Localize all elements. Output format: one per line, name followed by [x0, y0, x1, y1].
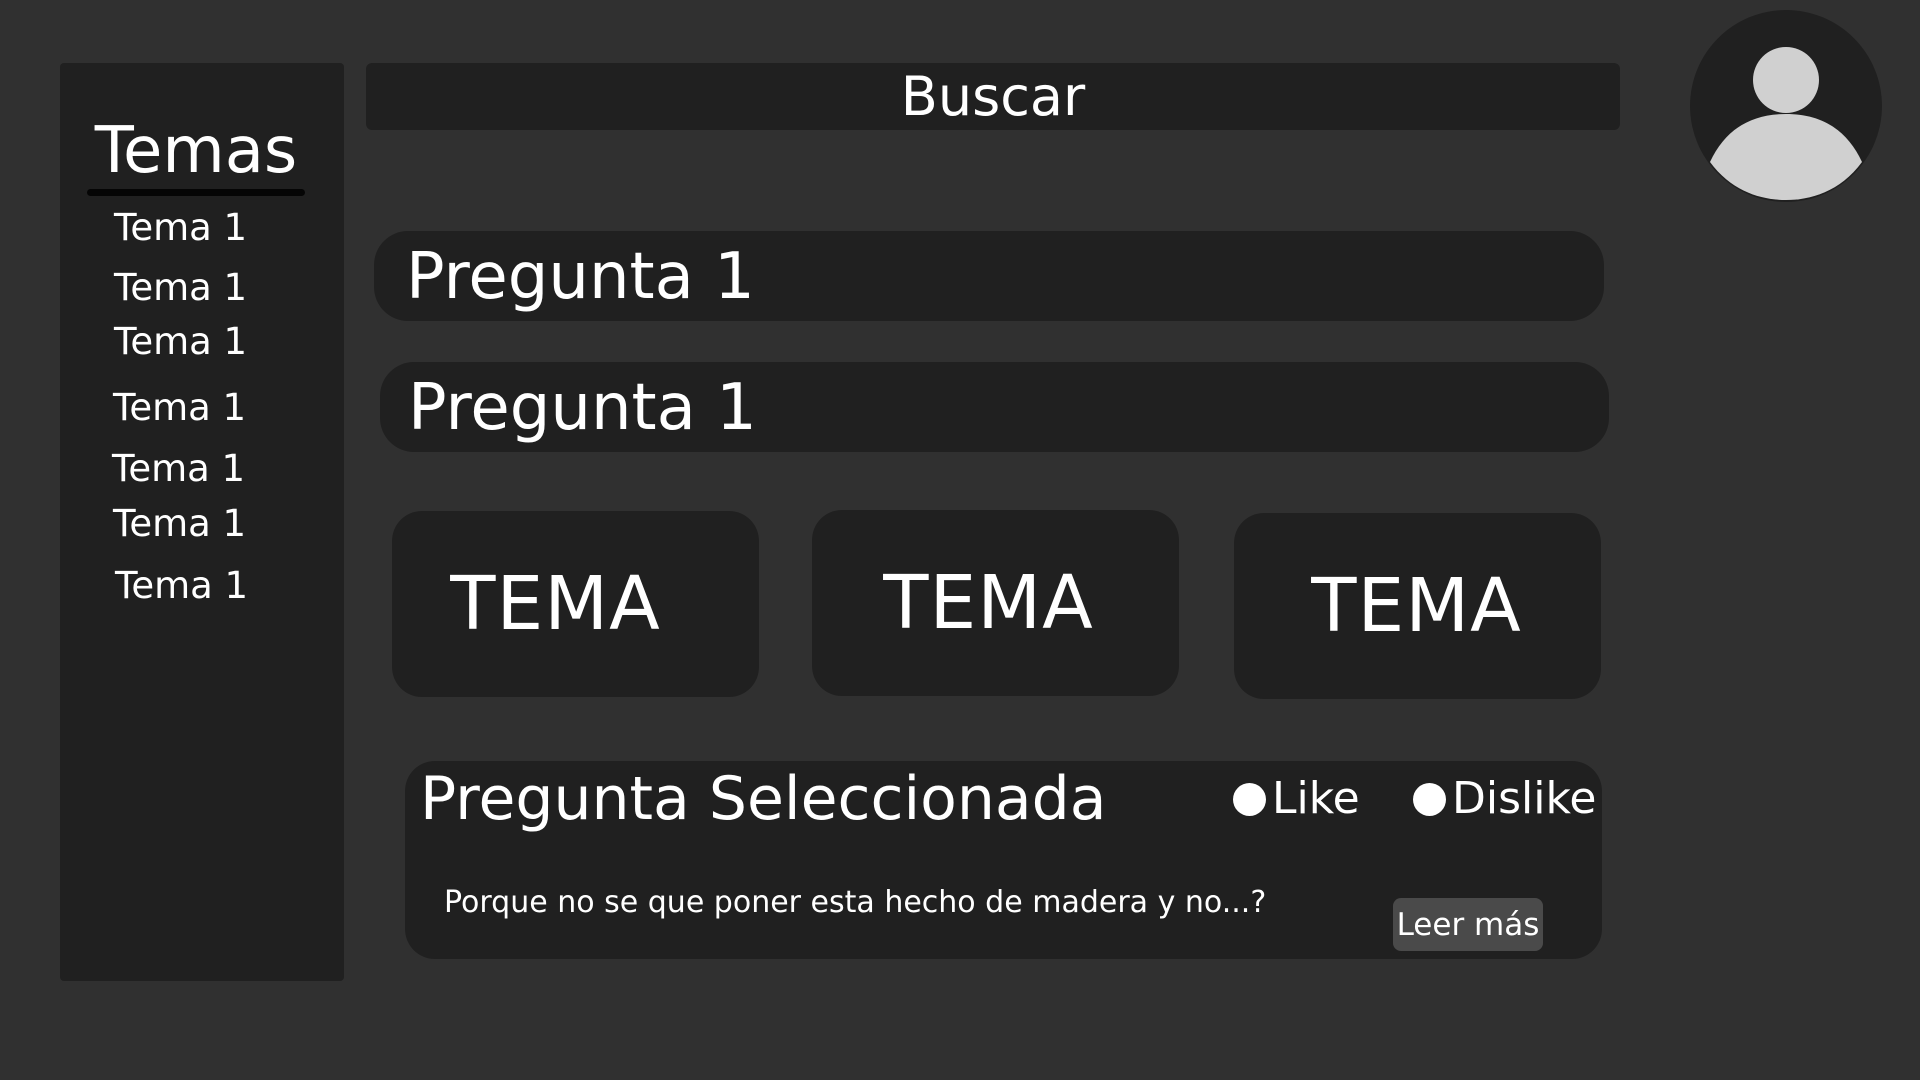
sidebar-item-tema-3[interactable]: Tema 1: [114, 323, 247, 360]
selected-question-title: Pregunta Seleccionada: [420, 764, 1107, 834]
sidebar-item-tema-2[interactable]: Tema 1: [114, 269, 247, 306]
question-item-2[interactable]: Pregunta 1: [380, 362, 1609, 452]
sidebar-item-tema-1[interactable]: Tema 1: [114, 209, 247, 246]
topic-card-label: TEMA: [450, 561, 661, 647]
topic-card-label: TEMA: [1311, 563, 1522, 649]
like-option[interactable]: Like: [1233, 777, 1360, 821]
topic-card-label: TEMA: [883, 560, 1094, 646]
dislike-radio-icon[interactable]: [1413, 782, 1446, 816]
sidebar-item-tema-4[interactable]: Tema 1: [113, 389, 246, 426]
topic-card-3[interactable]: TEMA: [1234, 513, 1601, 699]
user-avatar[interactable]: [1690, 10, 1882, 202]
topics-sidebar: Temas Tema 1 Tema 1 Tema 1 Tema 1 Tema 1…: [60, 63, 344, 981]
question-item-1[interactable]: Pregunta 1: [374, 231, 1604, 321]
sidebar-item-tema-7[interactable]: Tema 1: [115, 567, 248, 604]
dislike-label: Dislike: [1452, 773, 1597, 824]
like-label: Like: [1272, 773, 1360, 824]
search-label: Buscar: [900, 65, 1086, 128]
topic-card-2[interactable]: TEMA: [812, 510, 1179, 696]
user-avatar-icon: [1710, 47, 1862, 200]
topic-card-1[interactable]: TEMA: [392, 511, 759, 697]
sidebar-title: Temas: [94, 114, 298, 188]
forum-page: Temas Tema 1 Tema 1 Tema 1 Tema 1 Tema 1…: [0, 0, 1920, 1080]
search-bar[interactable]: Buscar: [366, 63, 1620, 130]
selected-question-panel: Pregunta Seleccionada Like Dislike Porqu…: [405, 761, 1602, 959]
dislike-option[interactable]: Dislike: [1413, 777, 1596, 821]
sidebar-item-tema-6[interactable]: Tema 1: [113, 505, 246, 542]
sidebar-title-underline: [87, 189, 305, 196]
selected-question-excerpt: Porque no se que poner esta hecho de mad…: [444, 885, 1267, 920]
question-label: Pregunta 1: [408, 371, 757, 445]
like-radio-icon[interactable]: [1233, 782, 1266, 816]
read-more-button[interactable]: Leer más: [1393, 898, 1543, 951]
sidebar-item-tema-5[interactable]: Tema 1: [112, 450, 245, 487]
question-label: Pregunta 1: [406, 240, 755, 314]
